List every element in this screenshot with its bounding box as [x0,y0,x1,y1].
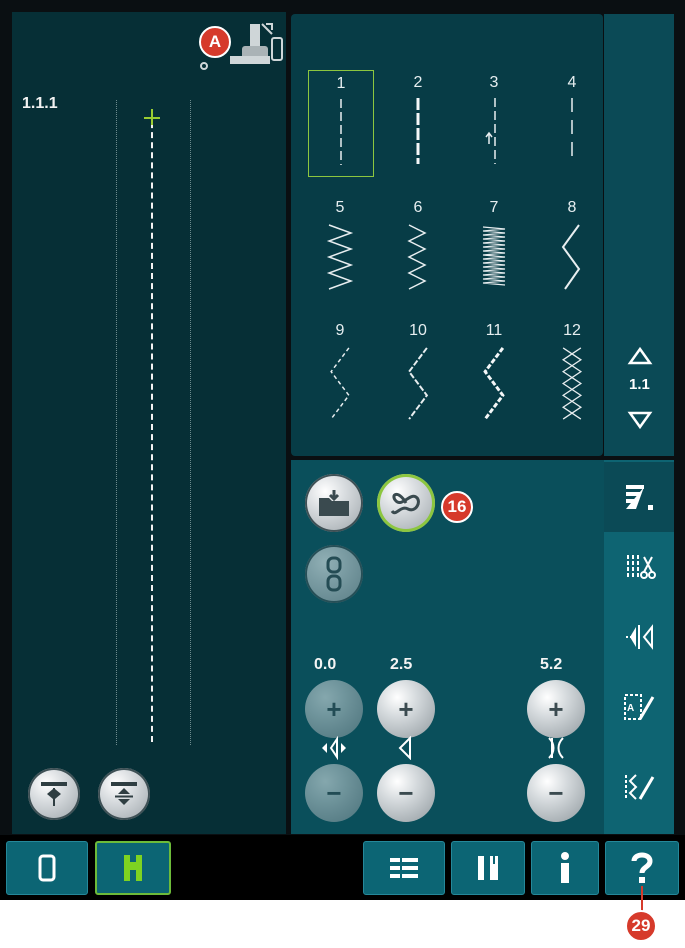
guide-line-right [190,100,191,745]
tab-stitch-creator[interactable] [604,752,674,822]
tab-balance[interactable] [604,602,674,672]
stitch-page-number: 1.1 [629,376,650,393]
stitch-position-value: 0.0 [314,656,337,673]
width-decrease-button[interactable]: − [377,764,435,822]
stitch-number: 5 [335,199,345,216]
balance-icon [626,624,653,650]
stitch-6[interactable]: 6 [386,195,450,300]
stitch-7[interactable]: 7 [462,195,526,300]
position-decrease-button[interactable]: − [305,764,363,822]
needle-position-marker-v [151,109,153,125]
minus-icon: − [326,777,342,808]
dashed-zigzag-icon [330,347,350,420]
stitch-number: 10 [409,322,427,339]
stitch-position-icon [322,736,346,760]
tools-icon [478,856,498,880]
plus-icon: + [398,693,414,724]
folder-load-icon [319,490,349,516]
stitch-number: 2 [413,74,423,91]
stitch-4[interactable]: 4 [540,70,604,175]
stitch-9[interactable]: 9 [308,318,372,423]
plus-icon: + [548,693,564,724]
triple-straight-stitch-icon [416,98,420,164]
length-increase-button[interactable]: + [527,680,585,738]
basting-stitch-icon [571,98,573,164]
callout-16: 16 [441,491,473,523]
stitch-length-value: 5.2 [540,656,563,673]
minus-icon: − [548,777,564,808]
stitch-number: 12 [563,322,581,339]
honeycomb-stitch-icon [561,347,583,420]
scroll-down-icon[interactable] [627,410,653,430]
multi-step-zigzag-icon [407,347,429,420]
stitch-10[interactable]: 10 [386,318,450,423]
stitch-5[interactable]: 5 [308,195,372,300]
sewing-mode-icon [124,855,142,881]
mirror-end-to-end-button[interactable] [98,768,150,820]
length-decrease-button[interactable]: − [527,764,585,822]
plus-icon: + [326,693,342,724]
callout-a: A [199,26,231,58]
minus-icon: − [398,777,414,808]
stitch-2[interactable]: 2 [386,70,450,175]
width-increase-button[interactable]: + [377,680,435,738]
mirror-side-to-side-button[interactable] [28,768,80,820]
stitch-id-label: 1.1.1 [22,95,58,112]
settings-menu-button[interactable] [451,841,525,895]
satin-stitch-icon [482,226,506,286]
stitch-options-icon [390,493,420,515]
stitch-12[interactable]: 12 [540,318,604,423]
tab-stitch-settings[interactable] [604,462,674,532]
info-icon [561,852,569,883]
tab-sequencing[interactable]: A [604,672,674,742]
stitch-number: 7 [489,199,499,216]
triple-zigzag-icon [483,347,505,420]
stitch-settings-icon [626,485,653,510]
stitch-number: 3 [489,74,499,91]
tab-thread-cutter[interactable] [604,532,674,602]
sequence-edit-icon: A [624,694,655,720]
stitch-3[interactable]: 3 [462,70,526,175]
stitch-length-icon [548,737,564,759]
mirror-vertical-icon [111,782,137,805]
stitch-width-icon [398,736,411,760]
sequence-button[interactable] [305,545,363,603]
embroidery-mode-button[interactable] [6,841,88,895]
menu-button[interactable] [363,841,445,895]
callout-leader-line [641,886,643,912]
stitch-11[interactable]: 11 [462,318,526,423]
stitch-number: 1 [336,75,346,92]
straight-stitch-reverse-icon [485,98,496,164]
tie-off-scissors-icon [627,555,656,579]
svg-text:A: A [627,703,634,714]
mirror-horizontal-icon [41,782,67,806]
stitch-width-value: 2.5 [390,656,413,673]
stitch-1[interactable]: 1 [308,70,374,177]
stitch-8[interactable]: 8 [540,195,604,300]
embroidery-mode-icon [38,854,56,882]
chain-icon [326,556,342,592]
stitch-number: 9 [335,322,345,339]
info-button[interactable] [531,841,599,895]
stitch-number: 8 [567,199,577,216]
scroll-up-icon[interactable] [627,346,653,366]
wide-zigzag-icon [561,224,581,290]
stitch-number: 4 [567,74,577,91]
stitch-number: 11 [485,322,503,339]
list-icon [390,858,418,878]
stitch-creator-icon [625,774,655,800]
sewing-mode-button[interactable] [95,841,171,895]
position-increase-button[interactable]: + [305,680,363,738]
load-stitch-button[interactable] [305,474,363,532]
help-question-icon [631,852,653,883]
callout-29: 29 [625,910,657,942]
guide-line-left [116,100,117,745]
three-step-zigzag-icon [407,224,427,290]
stitch-preview-line [151,112,153,742]
stitch-number: 6 [413,199,423,216]
stitch-menu-button[interactable] [377,474,435,532]
straight-stitch-icon [340,99,342,165]
zigzag-stitch-icon [326,224,354,290]
stitch-preview-area [12,12,286,834]
